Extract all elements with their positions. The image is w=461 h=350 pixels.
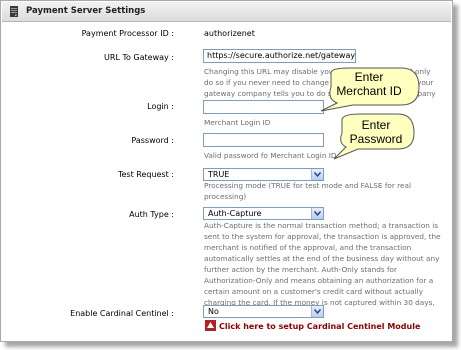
cardinal-setup-link[interactable]: Click here to setup Cardinal Centinel Mo… [219,322,420,331]
password-label: Password : [131,136,174,145]
gateway-url-label: URL To Gateway : [104,53,174,62]
cardinal-label: Enable Cardinal Centinel : [70,309,174,318]
password-help: Valid password fo Merchant Login ID [204,151,337,160]
panel-title: Payment Server Settings [26,6,146,16]
test-request-dropdown-button[interactable] [311,169,323,180]
server-icon [10,6,18,17]
password-input[interactable] [203,133,324,147]
auth-type-label: Auth Type : [129,210,174,219]
cardinal-value: No [208,307,219,316]
chevron-down-icon [314,211,321,216]
chevron-down-icon [314,172,321,177]
processor-id-label: Payment Processor ID : [81,29,174,38]
cardinal-select[interactable]: No [203,305,324,318]
test-request-value: TRUE [208,170,230,179]
auth-type-value: Auth-Capture [208,209,262,218]
login-input[interactable] [203,100,324,114]
merchant-id-callout: Enter Merchant ID [336,70,402,98]
login-label: Login : [147,102,174,111]
password-callout: Enter Password [349,118,403,146]
test-request-label: Test Request : [117,170,174,179]
chevron-down-icon [314,309,321,314]
auth-type-dropdown-button[interactable] [311,208,323,219]
cardinal-logo-icon [205,320,216,331]
test-request-help: Processing mode (TRUE for test mode and … [204,181,412,201]
login-help: Merchant Login ID [204,118,271,127]
gateway-url-input[interactable]: https://secure.authorize.net/gateway/tra… [203,49,356,63]
auth-type-select[interactable]: Auth-Capture [203,207,324,220]
processor-id-value: authorizenet [204,29,255,38]
panel-title-bar: Payment Server Settings [2,2,451,22]
payment-server-settings-panel: Payment Server Settings Payment Processo… [0,0,453,342]
cardinal-dropdown-button[interactable] [311,306,323,317]
gateway-url-value: https://secure.authorize.net/gateway/tra… [207,51,356,60]
